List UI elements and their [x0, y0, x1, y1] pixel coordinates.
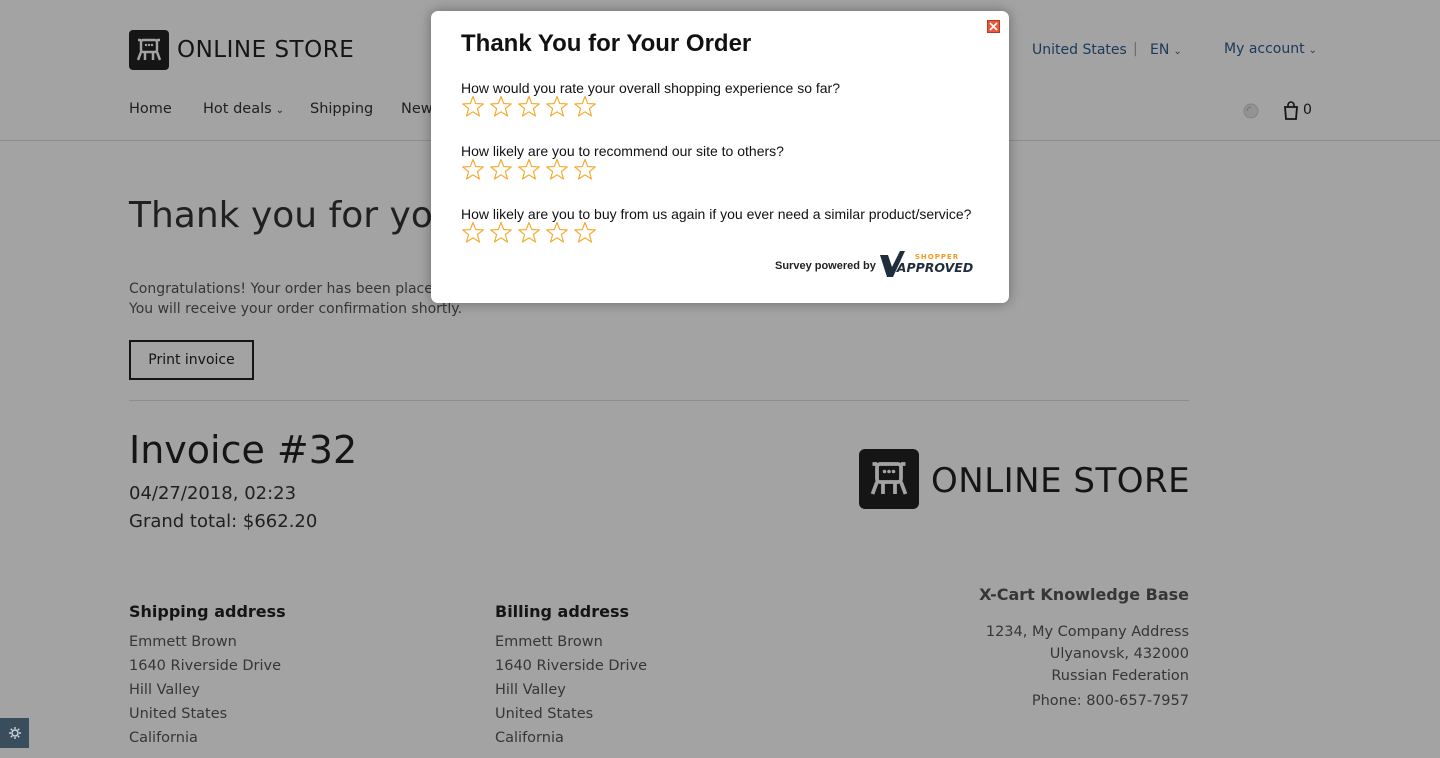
star-icon[interactable]: [545, 158, 569, 182]
star-icon[interactable]: [545, 95, 569, 119]
star-icon[interactable]: [573, 158, 597, 182]
survey-question-buy-again: How likely are you to buy from us again …: [461, 206, 972, 222]
star-icon[interactable]: [461, 221, 485, 245]
shopper-approved-logo[interactable]: SHOPPER APPROVED: [877, 249, 977, 281]
star-icon[interactable]: [573, 221, 597, 245]
star-rating-experience[interactable]: [461, 95, 597, 119]
star-icon[interactable]: [517, 158, 541, 182]
star-icon[interactable]: [489, 221, 513, 245]
star-icon[interactable]: [517, 95, 541, 119]
powered-by-text: Survey powered by: [775, 260, 876, 272]
star-icon[interactable]: [461, 95, 485, 119]
star-icon[interactable]: [489, 95, 513, 119]
settings-icon[interactable]: [0, 718, 29, 748]
survey-modal: Thank You for Your Order How would you r…: [431, 11, 1009, 303]
close-icon[interactable]: [987, 20, 1000, 33]
star-rating-buy-again[interactable]: [461, 221, 597, 245]
star-icon[interactable]: [545, 221, 569, 245]
survey-title: Thank You for Your Order: [461, 30, 752, 57]
star-icon[interactable]: [489, 158, 513, 182]
survey-question-experience: How would you rate your overall shopping…: [461, 80, 840, 96]
star-rating-recommend[interactable]: [461, 158, 597, 182]
star-icon[interactable]: [573, 95, 597, 119]
star-icon[interactable]: [461, 158, 485, 182]
survey-question-recommend: How likely are you to recommend our site…: [461, 143, 784, 159]
star-icon[interactable]: [517, 221, 541, 245]
logo-word-approved: APPROVED: [896, 260, 973, 275]
